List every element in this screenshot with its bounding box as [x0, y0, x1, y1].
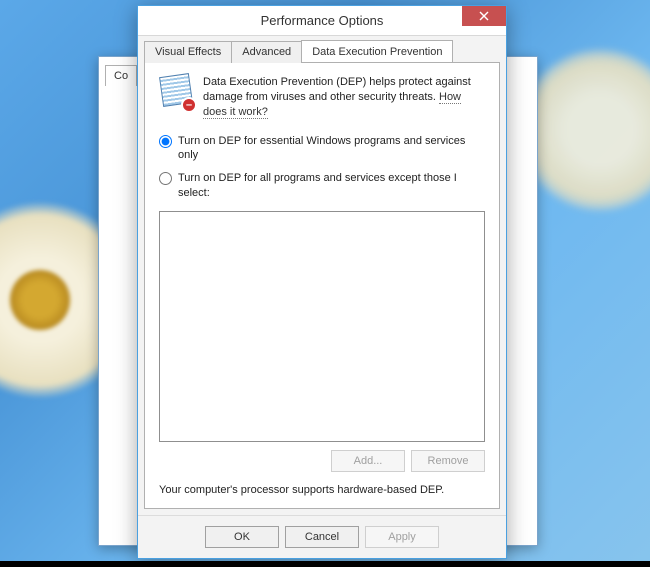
close-button[interactable] [462, 6, 506, 26]
add-button: Add... [331, 450, 405, 472]
dep-exception-list[interactable] [159, 211, 485, 442]
performance-options-dialog: Performance Options Visual Effects Advan… [137, 5, 507, 559]
dep-intro-row: – Data Execution Prevention (DEP) helps … [159, 75, 485, 120]
tab-panel-dep: – Data Execution Prevention (DEP) helps … [144, 62, 500, 509]
dep-radio-essential-row: Turn on DEP for essential Windows progra… [159, 134, 485, 164]
remove-button: Remove [411, 450, 485, 472]
tab-advanced[interactable]: Advanced [231, 41, 302, 63]
dialog-button-bar: OK Cancel Apply [138, 515, 506, 558]
window-title: Performance Options [138, 13, 506, 28]
dep-list-buttons: Add... Remove [159, 450, 485, 472]
tab-visual-effects[interactable]: Visual Effects [144, 41, 232, 63]
dep-radio-all[interactable] [159, 172, 172, 185]
dep-block-badge-icon: – [181, 97, 197, 113]
titlebar: Performance Options [138, 6, 506, 36]
dep-radio-essential[interactable] [159, 135, 172, 148]
background-window-tab: Co [105, 65, 137, 86]
wallpaper-flower-right [520, 50, 650, 210]
dep-radio-all-label[interactable]: Turn on DEP for all programs and service… [178, 171, 485, 201]
dep-intro-label: Data Execution Prevention (DEP) helps pr… [203, 76, 471, 103]
tab-row: Visual Effects Advanced Data Execution P… [138, 36, 506, 62]
dep-radio-all-row: Turn on DEP for all programs and service… [159, 171, 485, 201]
dep-radio-essential-label[interactable]: Turn on DEP for essential Windows progra… [178, 134, 485, 164]
dep-icon: – [159, 75, 193, 109]
screenshot-border [0, 561, 650, 567]
tab-data-execution-prevention[interactable]: Data Execution Prevention [301, 40, 453, 62]
ok-button[interactable]: OK [205, 526, 279, 548]
dep-status-text: Your computer's processor supports hardw… [159, 484, 485, 496]
apply-button: Apply [365, 526, 439, 548]
close-icon [479, 11, 489, 21]
cancel-button[interactable]: Cancel [285, 526, 359, 548]
dep-intro-text: Data Execution Prevention (DEP) helps pr… [203, 75, 485, 120]
